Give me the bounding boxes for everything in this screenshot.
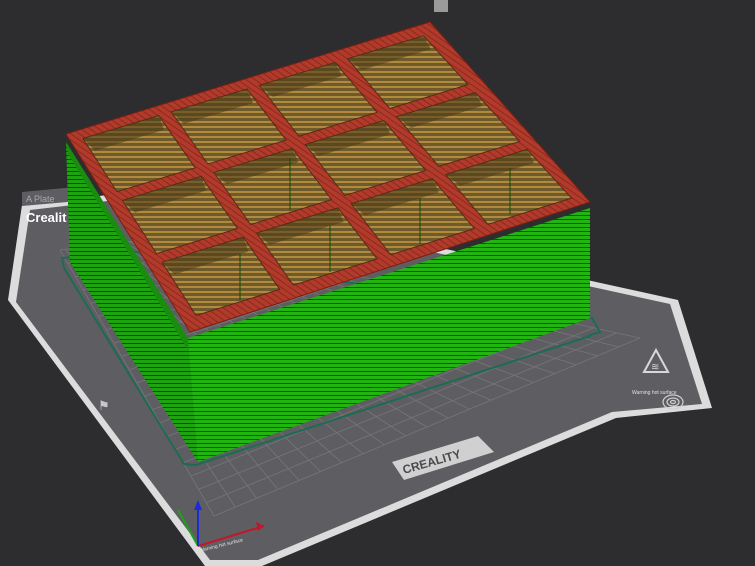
svg-text:⚑: ⚑: [98, 398, 110, 413]
svg-text:≋: ≋: [651, 362, 659, 373]
plate-left-marker-icon: ⚑: [98, 398, 110, 413]
3d-viewport[interactable]: A Plate Crealit CREALITY ≋ Warning hot s…: [0, 0, 755, 566]
camera-target-marker: [434, 0, 448, 12]
plate-tab-label: A Plate: [26, 194, 55, 204]
viewport-canvas[interactable]: A Plate Crealit CREALITY ≋ Warning hot s…: [0, 0, 755, 566]
plate-brand-label: Crealit: [26, 210, 67, 225]
